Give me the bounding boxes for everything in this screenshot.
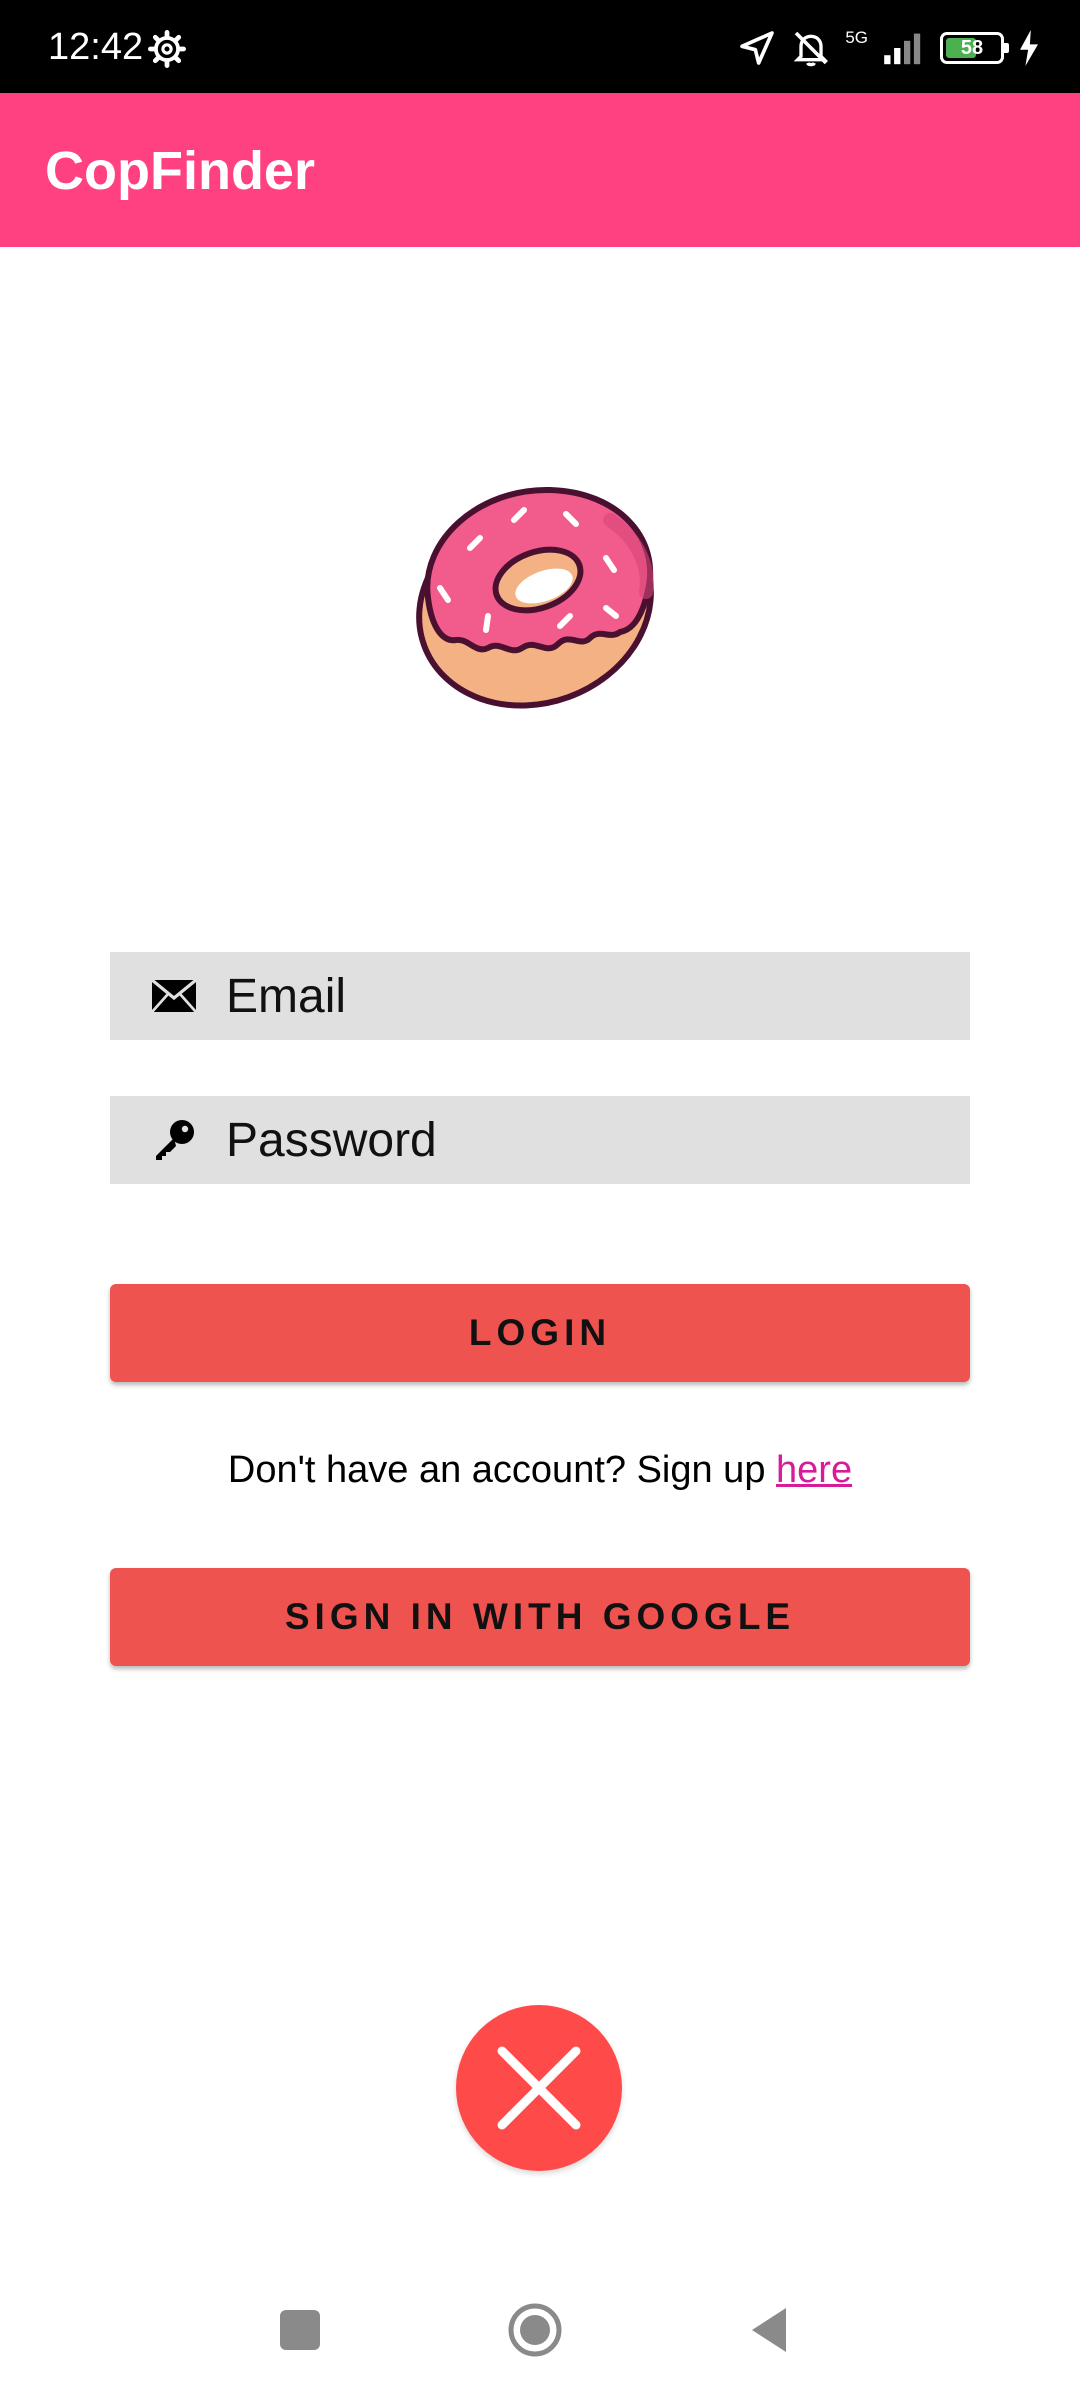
envelope-icon: [150, 978, 198, 1013]
password-field[interactable]: [110, 1096, 970, 1184]
google-signin-button[interactable]: SIGN IN WITH GOOGLE: [110, 1568, 970, 1666]
battery-tip: [1004, 43, 1009, 53]
signup-prompt: Don't have an account? Sign up here: [0, 1444, 1080, 1496]
email-field[interactable]: [110, 952, 970, 1040]
location-arrow-icon: [740, 31, 775, 65]
email-input[interactable]: [226, 952, 946, 1040]
signal-strength-icon: [884, 33, 921, 65]
login-button[interactable]: LOGIN: [110, 1284, 970, 1382]
close-button[interactable]: [456, 2005, 622, 2171]
signup-link[interactable]: here: [776, 1449, 852, 1491]
app-bar: CopFinder: [0, 93, 1080, 247]
bell-muted-icon: [793, 31, 829, 67]
status-time: 12:42: [48, 26, 144, 68]
back-triangle-icon[interactable]: [740, 2300, 800, 2360]
status-icons: 5G 58: [737, 26, 1040, 70]
charging-bolt-icon: [1020, 30, 1038, 66]
status-bar: 12:42 5G 58: [0, 0, 1080, 93]
home-circle-icon[interactable]: [505, 2300, 565, 2360]
network-type: 5G: [845, 28, 868, 47]
navigation-bar: [0, 2260, 1080, 2400]
donut-icon: [416, 486, 654, 709]
settings-gear-icon: [148, 30, 186, 68]
battery-level: 58: [960, 37, 984, 59]
key-icon: [156, 1120, 194, 1160]
app-title: CopFinder: [45, 141, 315, 201]
recents-square-icon[interactable]: [270, 2300, 330, 2360]
close-icon: [497, 2046, 581, 2130]
battery-icon: 58: [940, 32, 1009, 64]
password-input[interactable]: [226, 1096, 946, 1184]
signup-prompt-text: Don't have an account? Sign up: [227, 1449, 777, 1491]
